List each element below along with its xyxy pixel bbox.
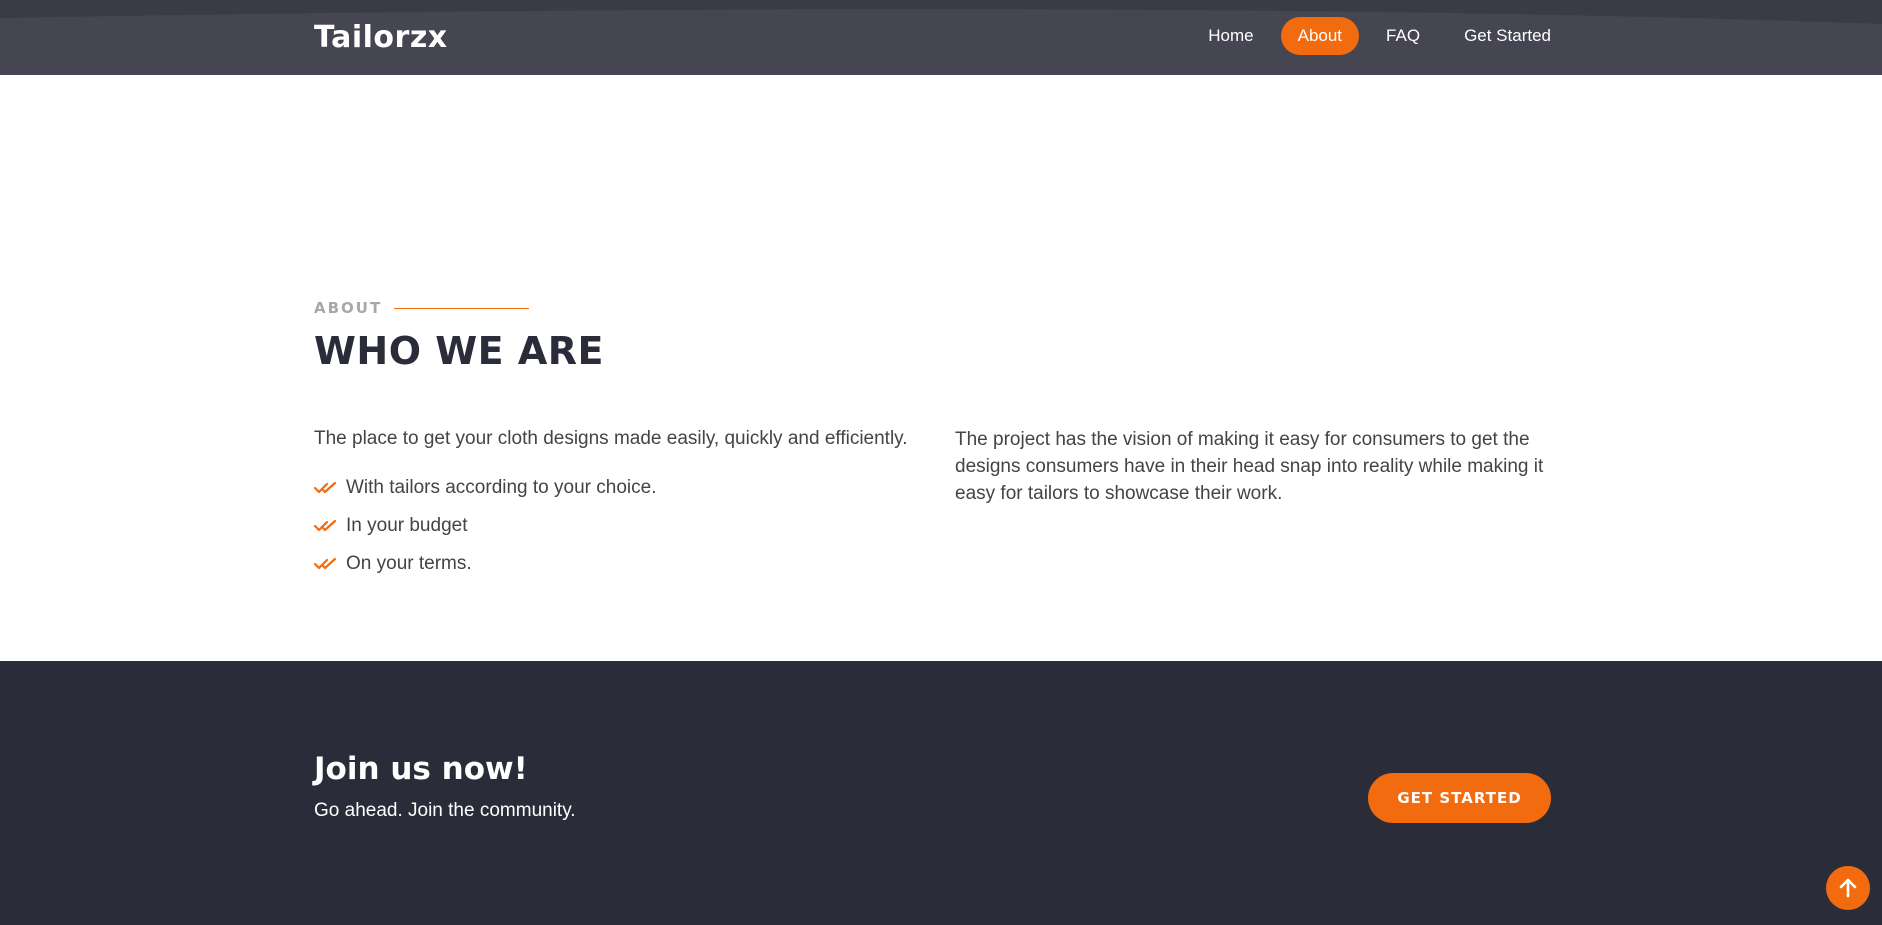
get-started-button[interactable]: GET STARTED [1368, 773, 1551, 823]
main-nav: Home About FAQ Get Started [1191, 17, 1568, 55]
feature-text: On your terms. [346, 552, 472, 574]
header-container: Tailorzx Home About FAQ Get Started [314, 0, 1568, 75]
arrow-up-icon [1839, 878, 1857, 898]
cta-section: Join us now! Go ahead. Join the communit… [0, 661, 1882, 925]
nav-link-home[interactable]: Home [1191, 17, 1270, 55]
site-logo[interactable]: Tailorzx [314, 20, 448, 55]
feature-text: With tailors according to your choice. [346, 476, 657, 498]
feature-list-item: With tailors according to your choice. [314, 469, 924, 507]
back-to-top-button[interactable] [1826, 866, 1870, 910]
about-description: The project has the vision of making it … [955, 429, 1544, 504]
site-header: Tailorzx Home About FAQ Get Started [0, 0, 1882, 75]
section-title: WHO WE ARE [314, 329, 604, 373]
section-tag-label: ABOUT [314, 299, 383, 317]
section-tag-line [394, 307, 530, 309]
about-intro: The place to get your cloth designs made… [314, 428, 908, 449]
cta-subtitle: Go ahead. Join the community. [314, 800, 576, 821]
feature-text: In your budget [346, 514, 468, 536]
double-check-icon [314, 519, 337, 531]
double-check-icon [314, 557, 337, 569]
about-right-column: The project has the vision of making it … [955, 426, 1555, 507]
feature-list: With tailors according to your choice. I… [314, 469, 924, 583]
cta-title: Join us now! [314, 751, 528, 787]
feature-list-item: On your terms. [314, 545, 924, 583]
about-section: ABOUT WHO WE ARE The place to get your c… [0, 75, 1882, 661]
about-left-column: The place to get your cloth designs made… [314, 426, 924, 583]
nav-link-about[interactable]: About [1280, 17, 1360, 55]
section-tag: ABOUT [314, 299, 530, 317]
nav-link-faq[interactable]: FAQ [1369, 17, 1437, 55]
nav-link-get-started[interactable]: Get Started [1447, 17, 1568, 55]
double-check-icon [314, 481, 337, 493]
feature-list-item: In your budget [314, 507, 924, 545]
